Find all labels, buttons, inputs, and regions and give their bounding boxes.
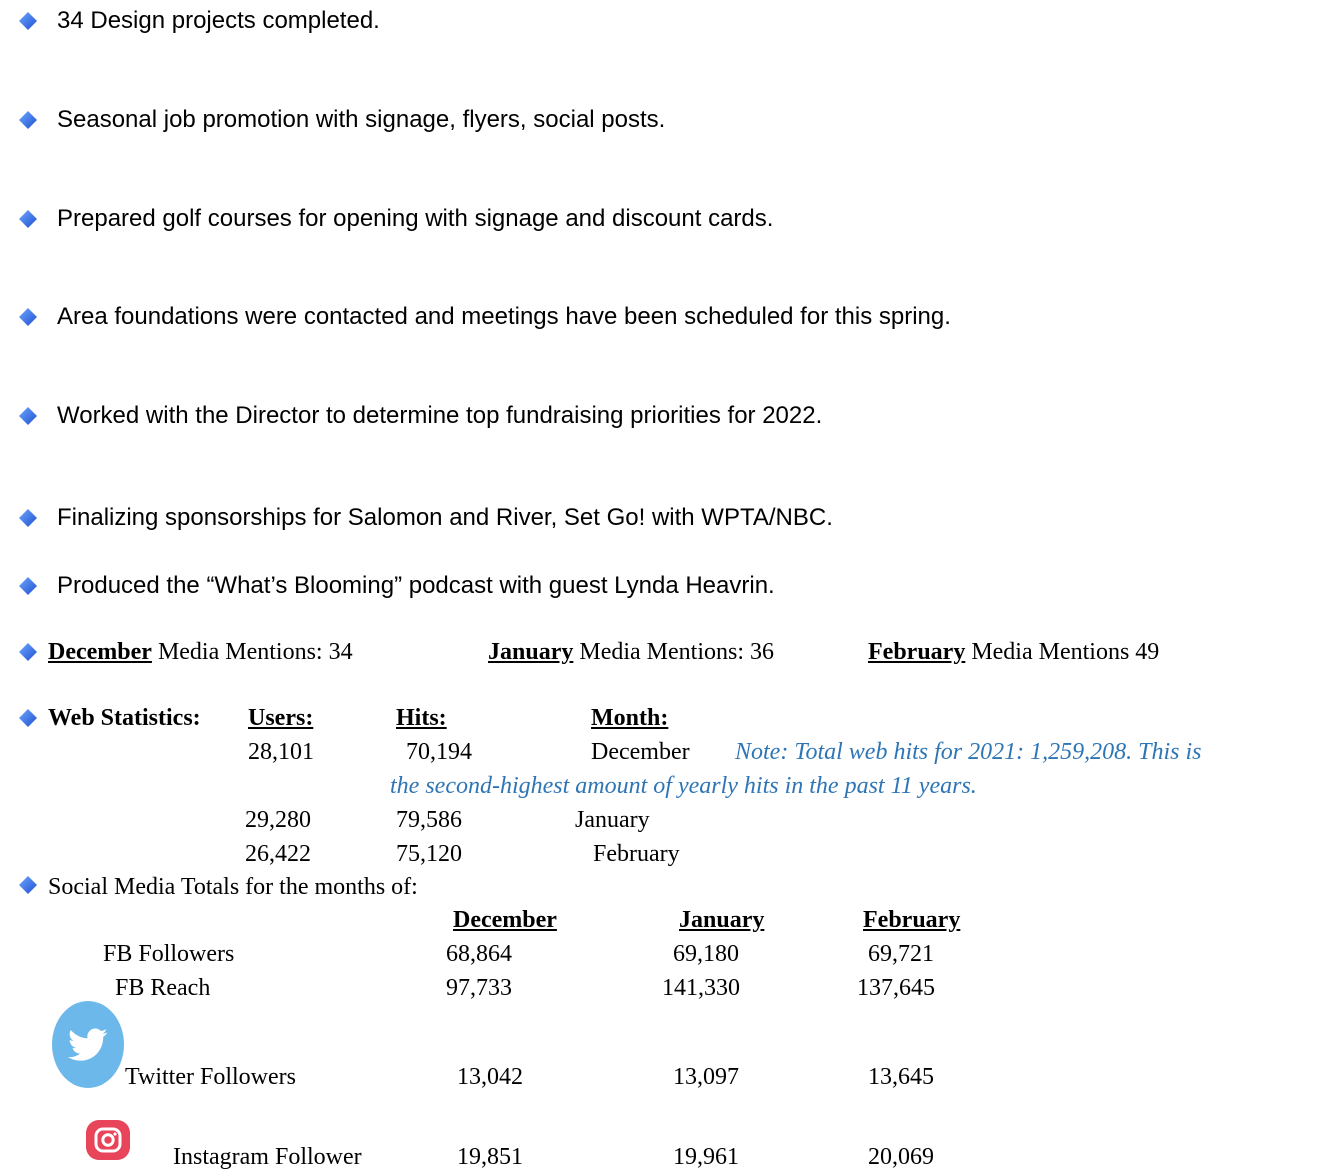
media-mentions-february: February Media Mentions 49: [868, 639, 1160, 665]
social-value: 141,330: [662, 975, 740, 1001]
web-stats-month: January: [575, 807, 650, 833]
bullet-item: Seasonal job promotion with signage, fly…: [57, 106, 666, 133]
diamond-bullet-icon: [19, 12, 37, 30]
social-value: 13,097: [673, 1064, 739, 1090]
social-value: 19,961: [673, 1144, 739, 1170]
social-header-january: January: [679, 907, 765, 933]
diamond-bullet-icon: [19, 577, 37, 595]
social-row-label: Instagram Follower: [173, 1144, 362, 1170]
diamond-bullet-icon: [19, 509, 37, 527]
web-stats-month: February: [593, 841, 680, 867]
bullet-item: Prepared golf courses for opening with s…: [57, 205, 774, 232]
social-row-label: Twitter Followers: [125, 1064, 296, 1090]
social-value: 69,180: [673, 941, 739, 967]
bullet-item: Area foundations were contacted and meet…: [57, 303, 951, 330]
diamond-bullet-icon: [19, 709, 37, 727]
diamond-bullet-icon: [19, 407, 37, 425]
bullet-item: Worked with the Director to determine to…: [57, 402, 823, 429]
social-value: 13,042: [457, 1064, 523, 1090]
diamond-bullet-icon: [19, 111, 37, 129]
diamond-bullet-icon: [19, 210, 37, 228]
web-stats-header-hits: Hits:: [396, 705, 447, 731]
web-stats-month: December: [591, 739, 690, 765]
diamond-bullet-icon: [19, 643, 37, 661]
social-header-december: December: [453, 907, 557, 933]
social-row-label: FB Followers: [103, 941, 235, 967]
web-stats-hits: 70,194: [406, 739, 472, 765]
bullet-item: 34 Design projects completed.: [57, 7, 380, 34]
web-stats-header-users: Users:: [248, 705, 314, 731]
social-value: 97,733: [446, 975, 512, 1001]
social-value: 19,851: [457, 1144, 523, 1170]
bullet-item: Produced the “What’s Blooming” podcast w…: [57, 572, 775, 599]
web-stats-users: 29,280: [245, 807, 311, 833]
web-stats-users: 28,101: [248, 739, 314, 765]
social-value: 68,864: [446, 941, 512, 967]
social-row-label: FB Reach: [115, 975, 211, 1001]
bullet-item: Finalizing sponsorships for Salomon and …: [57, 504, 833, 531]
instagram-icon: [86, 1120, 130, 1160]
media-mentions-january: January Media Mentions: 36: [488, 639, 775, 665]
social-value: 69,721: [868, 941, 934, 967]
social-header-february: February: [863, 907, 961, 933]
web-stats-hits: 75,120: [396, 841, 462, 867]
web-stats-users: 26,422: [245, 841, 311, 867]
web-stats-header-month: Month:: [591, 705, 669, 731]
social-value: 20,069: [868, 1144, 934, 1170]
media-mentions-december: December Media Mentions: 34: [48, 639, 353, 665]
diamond-bullet-icon: [19, 308, 37, 326]
web-stats-title: Web Statistics:: [48, 705, 201, 731]
web-stats-note-line1: Note: Total web hits for 2021: 1,259,208…: [735, 739, 1202, 765]
social-value: 13,645: [868, 1064, 934, 1090]
diamond-bullet-icon: [19, 876, 37, 894]
web-stats-note-line2: the second-highest amount of yearly hits…: [390, 773, 977, 799]
social-value: 137,645: [857, 975, 935, 1001]
social-title-text: Social Media Totals for the months of:: [48, 874, 418, 900]
web-stats-hits: 79,586: [396, 807, 462, 833]
twitter-icon: [52, 1001, 124, 1088]
